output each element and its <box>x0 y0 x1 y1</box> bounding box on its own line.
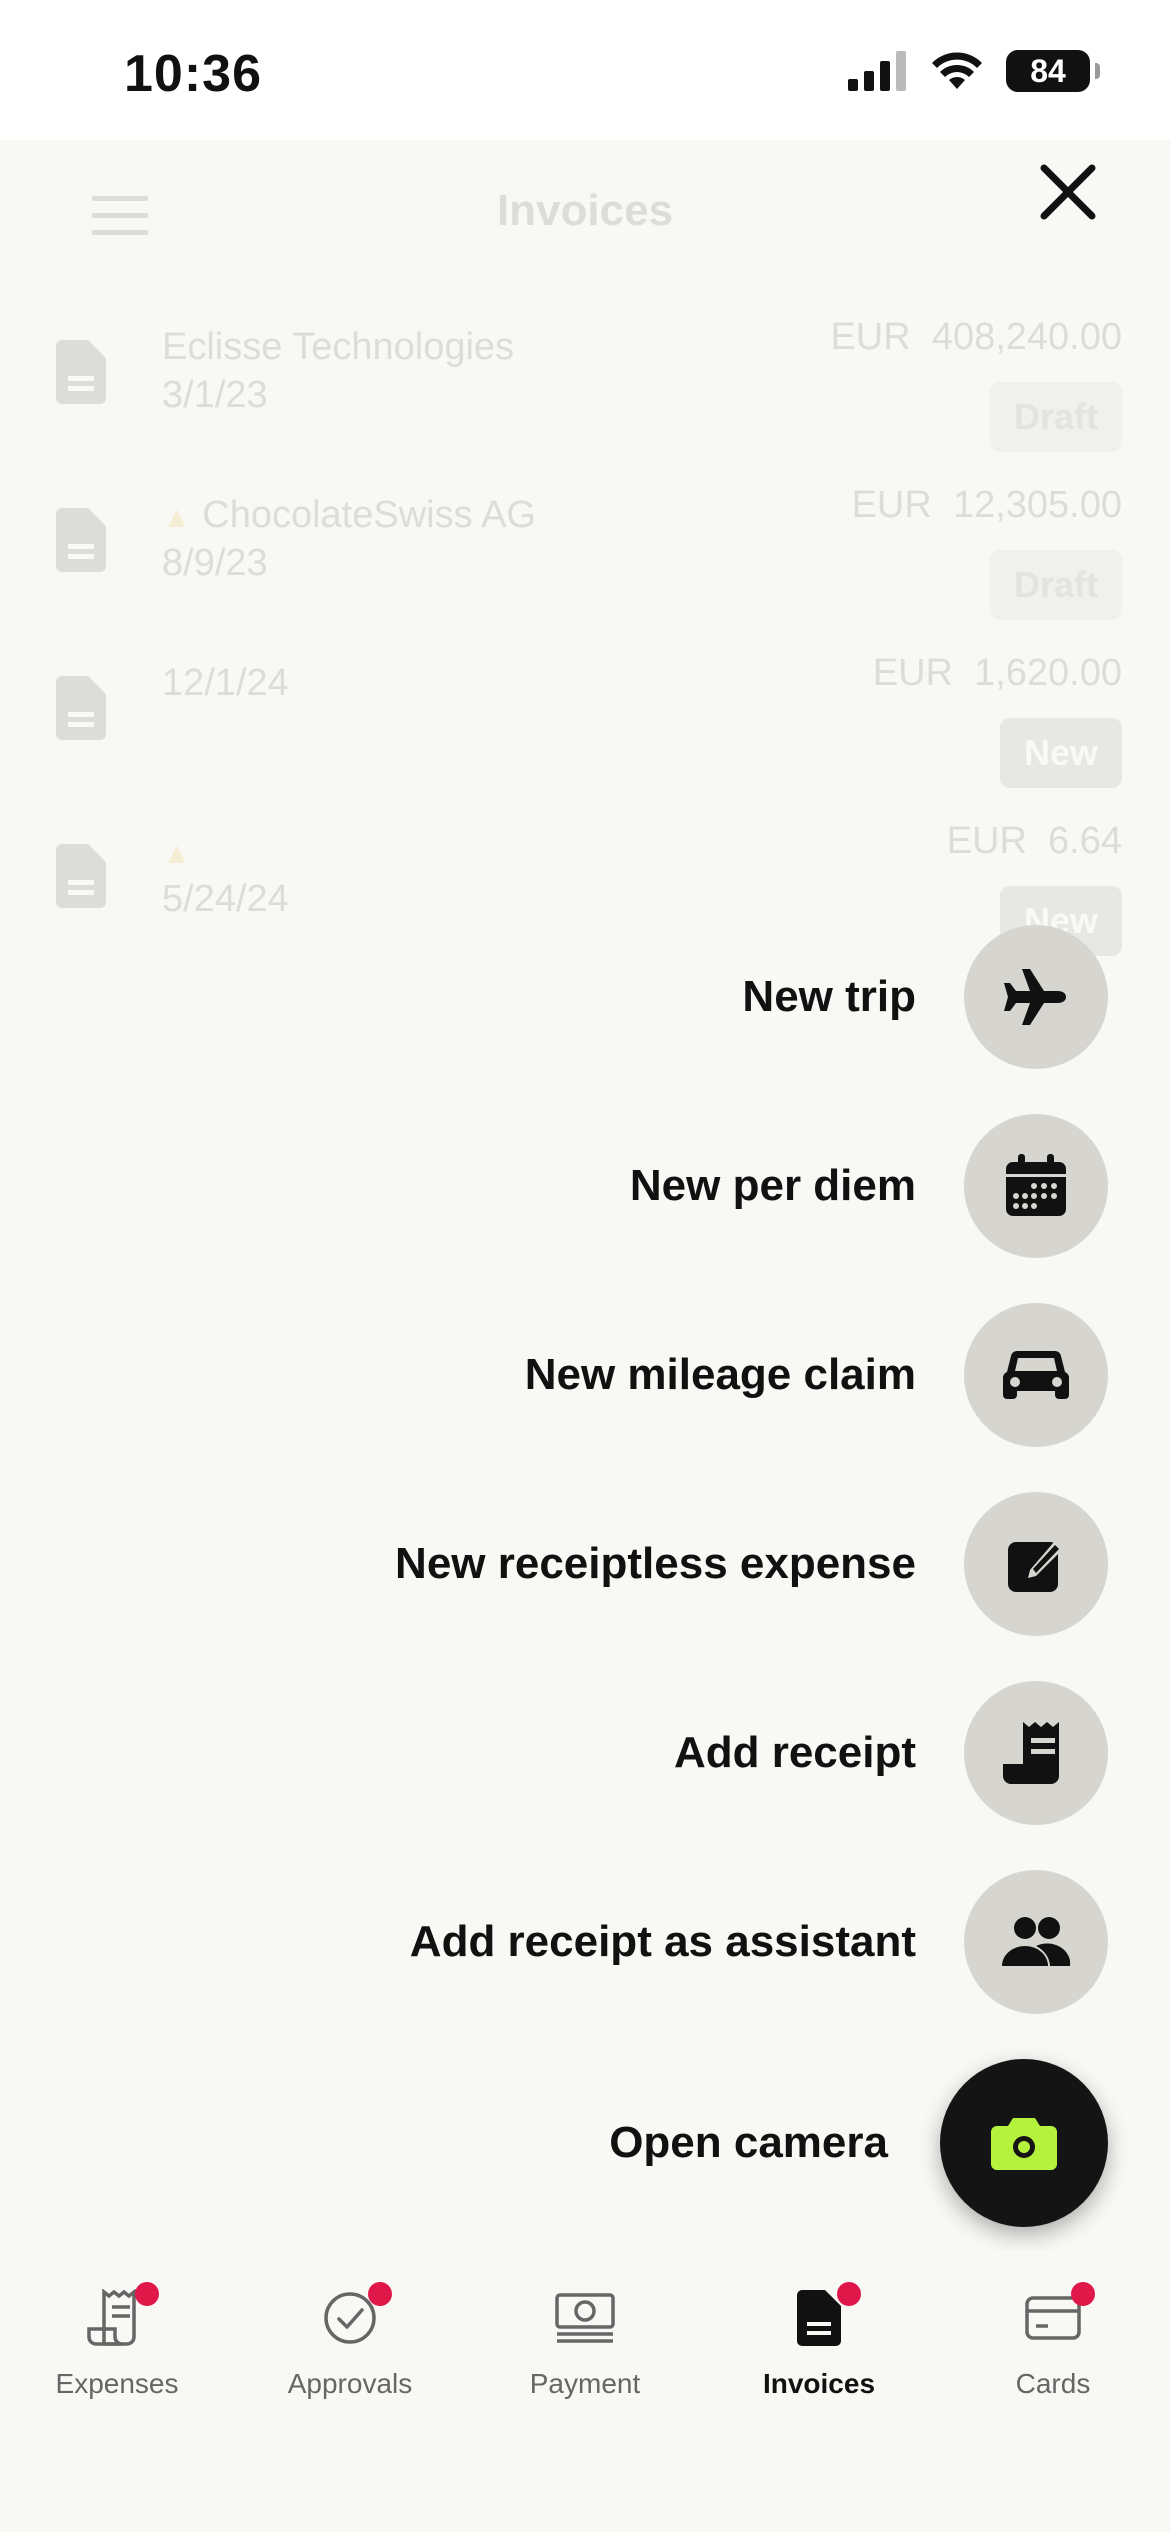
tab-label: Cards <box>1015 2368 1091 2399</box>
status-badge: Draft <box>989 382 1122 452</box>
action-label: New trip <box>742 972 916 1021</box>
invoice-row: ▲ ChocolateSwiss AG 8/9/23 EUR 12,305.00… <box>0 478 1170 646</box>
notification-dot <box>135 2282 159 2306</box>
wifi-icon <box>932 52 982 89</box>
status-badge: New <box>999 718 1122 788</box>
close-menu-button[interactable] <box>1036 160 1100 224</box>
new-mileage-claim-button[interactable] <box>964 1303 1108 1447</box>
signal-icon <box>848 51 906 91</box>
invoice-vendor: Eclisse Technologies <box>162 326 515 368</box>
action-label: New per diem <box>629 1161 916 1210</box>
tab-approvals[interactable]: Approvals <box>250 2276 450 2400</box>
invoice-amount: EUR 6.64 <box>946 820 1122 862</box>
airplane-icon <box>1004 969 1066 1025</box>
status-time: 10:36 <box>124 45 262 103</box>
new-trip-button[interactable] <box>964 925 1108 1069</box>
invoice-row: Eclisse Technologies 3/1/23 EUR 408,240.… <box>0 310 1170 478</box>
new-receiptless-expense-button[interactable] <box>964 1492 1108 1636</box>
invoice-amount: EUR 12,305.00 <box>851 484 1122 526</box>
tab-payment[interactable]: Payment <box>485 2276 685 2400</box>
invoice-vendor: ▲ ChocolateSwiss AG <box>162 494 536 536</box>
receipt-icon <box>1003 1722 1059 1784</box>
status-bar: 10:36 84 <box>0 0 1170 140</box>
status-icons: 84 <box>848 50 1100 92</box>
status-badge: Draft <box>989 550 1122 620</box>
action-label: Add receipt as assistant <box>409 1917 916 1966</box>
add-receipt-action[interactable]: Add receipt <box>674 1680 1108 1826</box>
close-icon <box>1040 164 1096 220</box>
tab-label: Expenses <box>55 2368 179 2399</box>
new-per-diem-action[interactable]: New per diem <box>630 1113 1108 1259</box>
notification-dot <box>837 2282 861 2306</box>
add-receipt-as-assistant-button[interactable] <box>964 1870 1108 2014</box>
camera-icon <box>991 2118 1057 2170</box>
bottom-tab-bar: Expenses Approvals Payment Invoices Card… <box>0 2250 1170 2532</box>
invoice-date: 12/1/24 <box>162 662 289 704</box>
tab-invoices[interactable]: Invoices <box>719 2276 919 2400</box>
tab-expenses[interactable]: Expenses <box>17 2276 217 2400</box>
calendar-icon <box>1006 1154 1066 1216</box>
car-icon <box>1003 1350 1069 1399</box>
document-icon <box>797 2290 841 2346</box>
invoice-amount: EUR 408,240.00 <box>830 316 1122 358</box>
document-icon <box>56 676 106 740</box>
new-mileage-claim-action[interactable]: New mileage claim <box>525 1302 1108 1448</box>
notification-dot <box>368 2282 392 2306</box>
tab-cards[interactable]: Cards <box>953 2276 1153 2400</box>
new-receiptless-expense-action[interactable]: New receiptless expense <box>395 1491 1108 1637</box>
action-label: New mileage claim <box>524 1350 916 1399</box>
document-icon <box>56 844 106 908</box>
invoice-amount: EUR 1,620.00 <box>872 652 1122 694</box>
banknote-icon <box>555 2293 615 2343</box>
notification-dot <box>1071 2282 1095 2306</box>
open-camera-action[interactable]: Open camera <box>609 2059 1108 2227</box>
invoice-date: 3/1/23 <box>162 374 268 416</box>
battery-indicator: 84 <box>1006 50 1100 92</box>
tab-label: Payment <box>529 2368 641 2399</box>
tab-label: Approvals <box>287 2368 413 2399</box>
warning-icon: ▲ <box>162 837 192 870</box>
invoice-date: 5/24/24 <box>162 878 289 920</box>
add-receipt-button[interactable] <box>964 1681 1108 1825</box>
warning-icon: ▲ <box>162 501 192 534</box>
open-camera-button[interactable] <box>940 2059 1108 2227</box>
action-label: Open camera <box>609 2118 888 2167</box>
action-label: New receiptless expense <box>395 1539 916 1588</box>
new-per-diem-button[interactable] <box>964 1114 1108 1258</box>
tab-label: Invoices <box>762 2368 876 2399</box>
new-trip-action[interactable]: New trip <box>742 924 1108 1070</box>
document-icon <box>56 340 106 404</box>
invoice-date: 8/9/23 <box>162 542 268 584</box>
people-icon <box>1002 1917 1071 1966</box>
action-label: Add receipt <box>673 1728 916 1777</box>
document-icon <box>56 508 106 572</box>
add-receipt-as-assistant-action[interactable]: Add receipt as assistant <box>410 1869 1108 2015</box>
edit-icon <box>1008 1542 1062 1592</box>
page-title: Invoices <box>496 186 674 235</box>
invoice-row: 12/1/24 EUR 1,620.00 New <box>0 646 1170 814</box>
